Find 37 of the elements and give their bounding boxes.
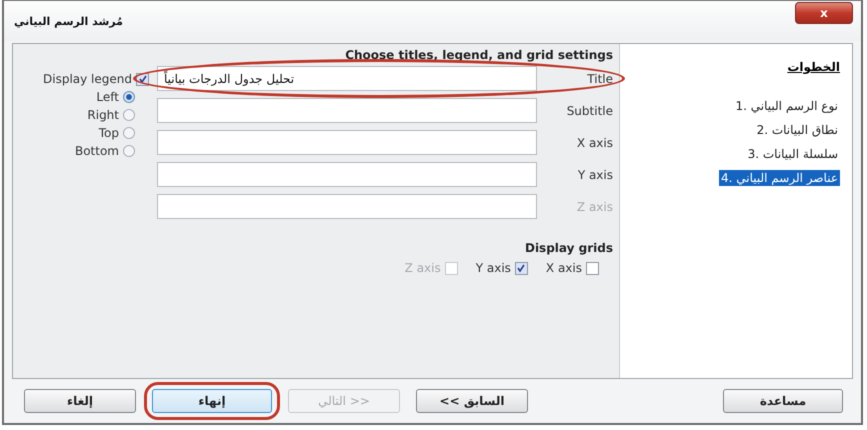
help-button[interactable]: مساعدة [723, 389, 843, 413]
field-label: Z axis [576, 200, 613, 214]
window-title: مُرشد الرسم البياني [14, 15, 123, 28]
section-heading: Choose titles, legend, and grid settings [344, 48, 613, 62]
position-label: Top [98, 126, 119, 140]
steps-heading: الخطوات [787, 60, 840, 74]
field-label: X axis [576, 136, 613, 150]
grids-heading: Display grids [524, 241, 613, 255]
position-radio[interactable] [123, 91, 135, 103]
step-item[interactable]: 4. عناصر الرسم البياني [718, 170, 840, 186]
text-field[interactable] [157, 194, 537, 219]
position-label: Left [96, 90, 119, 104]
dialog-button[interactable]: إلغاء [24, 389, 136, 413]
text-field[interactable] [157, 162, 537, 187]
grid-checkbox[interactable] [586, 262, 599, 274]
legend-label: Display legend [43, 72, 132, 86]
position-label: Bottom [74, 144, 119, 158]
position-radio[interactable] [123, 145, 135, 157]
dialog-button[interactable]: إنهاء [152, 389, 272, 413]
close-button[interactable]: x [795, 2, 853, 24]
step-item[interactable]: 2. نطاق البيانات [754, 122, 840, 138]
position-radio[interactable] [123, 127, 135, 139]
field-label: Title [586, 72, 613, 86]
grid-label: Z axis [404, 261, 441, 275]
field-label: Subtitle [566, 104, 613, 118]
field-label: Y axis [576, 168, 613, 182]
step-item[interactable]: 3. سلسلة البيانات [746, 146, 840, 162]
text-field[interactable] [157, 98, 537, 123]
grid-checkbox[interactable] [514, 262, 528, 274]
step-item[interactable]: 1. نوع الرسم البياني [734, 98, 840, 114]
dialog-button[interactable]: << السابق [416, 389, 528, 413]
text-field[interactable] [157, 130, 537, 155]
grid-label: X axis [546, 261, 582, 275]
position-label: Right [87, 108, 119, 122]
position-radio[interactable] [123, 109, 135, 121]
text-field[interactable]: تحليل جدول الدرجات بيانياً [157, 66, 537, 91]
grid-label: Y axis [476, 261, 511, 275]
